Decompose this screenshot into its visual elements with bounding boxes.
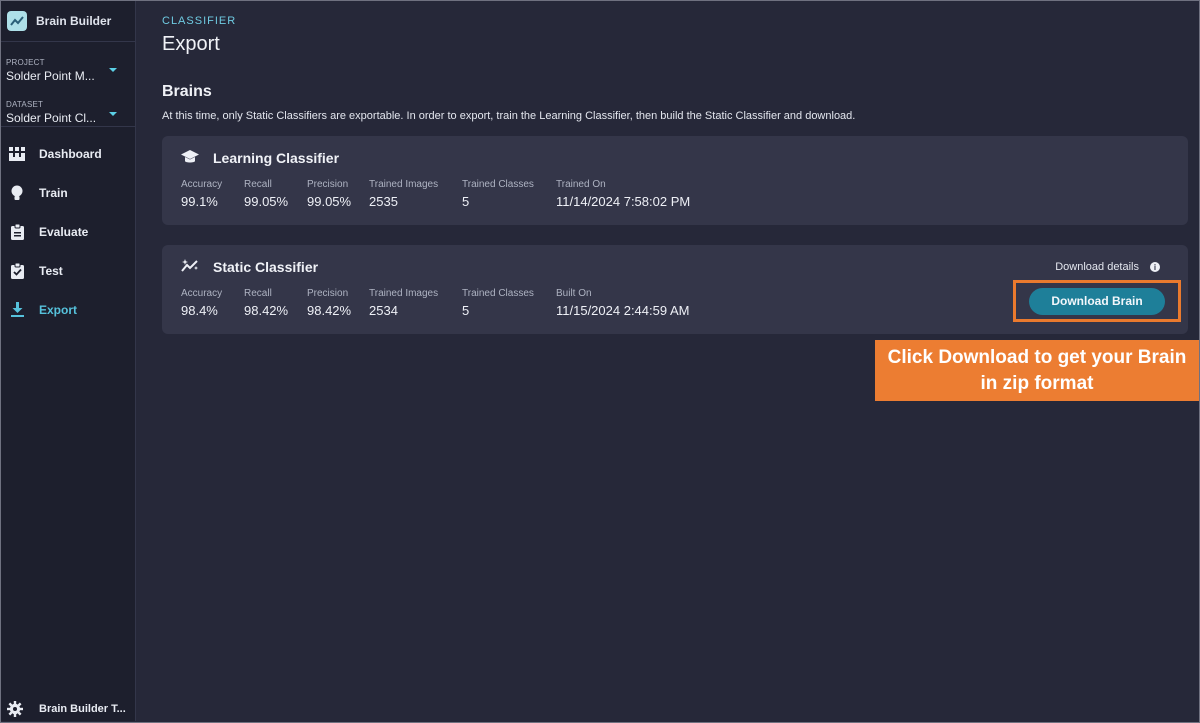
stat-value: 5 — [462, 303, 470, 318]
sidebar-item-label: Evaluate — [39, 224, 89, 239]
download-brain-button[interactable]: Download Brain — [1029, 287, 1165, 315]
section-heading: Brains — [162, 83, 212, 100]
stat-trained-images: Trained Images 2534 — [369, 288, 438, 318]
sidebar: Brain Builder PROJECT Solder Point M... … — [1, 1, 136, 721]
download-details-link[interactable]: Download details i — [1055, 261, 1160, 273]
stat-value: 5 — [462, 194, 470, 209]
card-title: Static Classifier — [213, 259, 319, 275]
stat-label: Trained Images — [369, 288, 439, 299]
app-name: Brain Builder — [36, 14, 112, 28]
sidebar-item-evaluate[interactable]: Evaluate — [1, 212, 135, 251]
chevron-down-icon — [109, 68, 117, 72]
stat-label: Trained Classes — [462, 179, 534, 190]
stat-label: Precision — [307, 179, 349, 190]
stat-value: 98.42% — [244, 303, 289, 318]
stat-label: Built On — [556, 288, 592, 299]
stat-value: 99.05% — [244, 194, 289, 209]
footer-label: Brain Builder T... — [39, 702, 126, 715]
sidebar-item-label: Train — [39, 185, 68, 200]
sidebar-item-label: Test — [39, 263, 63, 278]
stat-label: Accuracy — [181, 288, 223, 299]
sidebar-item-label: Dashboard — [39, 146, 102, 161]
stat-value: 2534 — [369, 303, 398, 318]
stat-value: 98.4% — [181, 303, 218, 318]
chevron-down-icon — [109, 112, 117, 116]
stat-trained-images: Trained Images 2535 — [369, 179, 438, 209]
card-title: Learning Classifier — [213, 150, 340, 166]
stat-trained-classes: Trained Classes 5 — [462, 179, 534, 209]
stat-label: Trained Images — [369, 179, 439, 190]
sidebar-item-test[interactable]: Test — [1, 251, 135, 290]
learning-classifier-card: Learning Classifier Accuracy 99.1% Recall… — [162, 136, 1188, 225]
download-icon — [9, 302, 25, 318]
stat-built-on: Built On 11/15/2024 2:44:59 AM — [556, 288, 689, 318]
brand[interactable]: Brain Builder — [1, 1, 135, 42]
stat-precision: Precision 98.42% — [307, 288, 351, 318]
sidebar-item-dashboard[interactable]: Dashboard — [1, 134, 135, 173]
callout-annotation: Click Download to get your Brain in zip … — [875, 340, 1199, 401]
stat-precision: Precision 99.05% — [307, 179, 351, 209]
sidebar-item-export[interactable]: Export — [1, 290, 135, 329]
lightbulb-icon — [9, 185, 25, 201]
sidebar-item-label: Export — [39, 302, 78, 317]
clipboard-check-icon — [9, 262, 25, 279]
stat-label: Accuracy — [181, 179, 223, 190]
stat-accuracy: Accuracy 99.1% — [181, 179, 222, 209]
stat-value: 99.05% — [307, 194, 352, 209]
download-details-label: Download details — [1055, 261, 1139, 273]
project-label: PROJECT — [6, 58, 45, 67]
dataset-label: DATASET — [6, 100, 44, 109]
grid-icon — [9, 146, 25, 162]
stat-trained-classes: Trained Classes 5 — [462, 288, 534, 318]
settings-footer[interactable]: Brain Builder T... — [1, 696, 135, 721]
section-description: At this time, only Static Classifiers ar… — [162, 110, 856, 122]
stat-accuracy: Accuracy 98.4% — [181, 288, 222, 318]
download-highlight-box: Download Brain — [1013, 280, 1181, 322]
sparkle-chart-icon — [181, 259, 199, 275]
static-classifier-card: Static Classifier Accuracy 98.4% Recall 98… — [162, 245, 1188, 334]
stat-label: Trained On — [556, 179, 606, 190]
breadcrumb: CLASSIFIER — [162, 15, 237, 27]
stat-label: Precision — [307, 288, 349, 299]
stat-value: 11/15/2024 2:44:59 AM — [556, 303, 690, 318]
stat-value: 11/14/2024 7:58:02 PM — [556, 194, 691, 209]
stat-recall: Recall 99.05% — [244, 179, 288, 209]
stat-label: Recall — [244, 288, 272, 299]
stat-recall: Recall 98.42% — [244, 288, 288, 318]
stat-value: 98.42% — [307, 303, 352, 318]
clipboard-icon — [9, 223, 25, 240]
sidebar-item-train[interactable]: Train — [1, 173, 135, 212]
stat-label: Trained Classes — [462, 288, 534, 299]
stat-value: 2535 — [369, 194, 398, 209]
brain-builder-logo-icon — [7, 11, 27, 31]
page-title: Export — [162, 33, 220, 55]
stat-trained-on: Trained On 11/14/2024 7:58:02 PM — [556, 179, 690, 209]
dataset-selector[interactable]: DATASET Solder Point Cl... — [1, 87, 135, 127]
graduation-cap-icon — [181, 150, 199, 166]
gear-icon — [7, 700, 23, 717]
stat-label: Recall — [244, 179, 272, 190]
card-header: Static Classifier — [181, 259, 318, 275]
nav-menu: Dashboard Train Evaluate Test Export — [1, 134, 135, 329]
card-header: Learning Classifier — [181, 150, 339, 166]
stat-value: 99.1% — [181, 194, 218, 209]
project-selector[interactable]: PROJECT Solder Point M... — [1, 42, 135, 87]
info-icon[interactable]: i — [1150, 262, 1160, 272]
